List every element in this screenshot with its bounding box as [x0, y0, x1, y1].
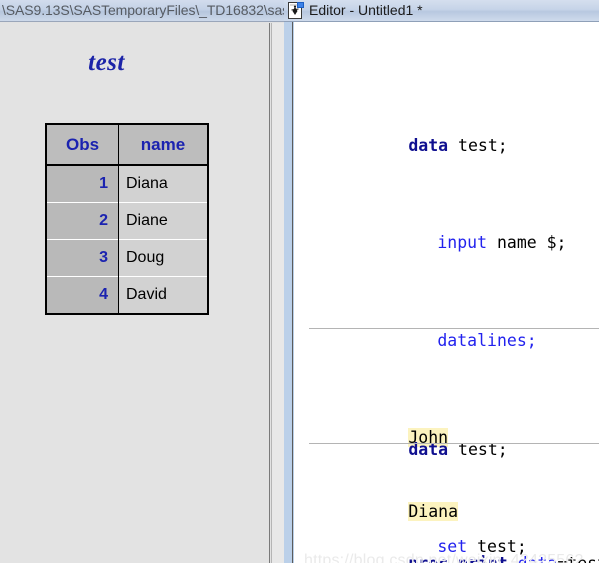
- sas-application-window: \SAS9.13S\SASTemporaryFiles\_TD16832\sas…: [0, 0, 599, 563]
- cell-name: Doug: [118, 239, 208, 277]
- output-table-body: 1 Diana 2 Diane 3 Doug 4 David: [46, 165, 208, 314]
- code-text: test;: [448, 135, 508, 155]
- editor-code-surface[interactable]: data test; input name $; datalines; John…: [294, 22, 599, 563]
- cell-obs: 3: [46, 239, 119, 277]
- code-line[interactable]: proc print data=test;: [294, 527, 599, 563]
- code-block-separator: [309, 328, 599, 329]
- table-row: 4 David: [46, 276, 208, 314]
- results-window-body: test Obs name 1 Diana 2 Diane 3 Doug 4 D…: [0, 23, 270, 563]
- code-text: name $;: [487, 233, 567, 253]
- editor-window-titlebar[interactable]: Editor - Untitled1 *: [284, 0, 599, 22]
- code-line[interactable]: data test;: [294, 109, 599, 155]
- cell-name: David: [118, 276, 208, 314]
- results-output-window: \SAS9.13S\SASTemporaryFiles\_TD16832\sas…: [0, 0, 284, 563]
- table-header-row: Obs name: [45, 123, 209, 166]
- output-data-table: Obs name 1 Diana 2 Diane 3 Doug 4 David: [45, 123, 209, 315]
- editor-window: Editor - Untitled1 * data test; input na…: [284, 0, 599, 563]
- output-table-head: Obs name: [45, 123, 209, 166]
- column-header-name: name: [118, 123, 209, 166]
- code-keyword-data: data: [408, 135, 449, 155]
- blog-watermark: https://blog.csdn.net/weixin_42425562: [304, 552, 584, 563]
- cell-obs: 2: [46, 202, 119, 240]
- cell-name: Diana: [118, 165, 208, 203]
- code-block-procprint[interactable]: proc print data=test; title 'test'; run;: [294, 454, 599, 563]
- editor-window-left-frame: [284, 22, 293, 563]
- output-report-title: test: [88, 49, 125, 76]
- cell-name: Diane: [118, 202, 208, 240]
- results-vertical-scrollbar[interactable]: [271, 23, 284, 563]
- table-row: 2 Diane: [46, 202, 208, 240]
- table-row: 3 Doug: [46, 239, 208, 277]
- code-line[interactable]: input name $;: [294, 207, 599, 252]
- column-header-obs: Obs: [45, 123, 119, 166]
- results-window-title: \SAS9.13S\SASTemporaryFiles\_TD16832\sas: [2, 2, 284, 18]
- cell-obs: 1: [46, 165, 119, 203]
- sas-editor-icon: [288, 2, 304, 19]
- code-line[interactable]: data test;: [294, 413, 599, 459]
- code-block-separator: [309, 443, 599, 444]
- results-window-titlebar[interactable]: \SAS9.13S\SASTemporaryFiles\_TD16832\sas: [0, 0, 284, 22]
- editor-window-title: Editor - Untitled1 *: [309, 2, 423, 18]
- cell-obs: 4: [46, 276, 119, 314]
- code-keyword-input: input: [437, 233, 488, 253]
- table-row: 1 Diana: [46, 165, 208, 203]
- code-line[interactable]: datalines;: [294, 304, 599, 350]
